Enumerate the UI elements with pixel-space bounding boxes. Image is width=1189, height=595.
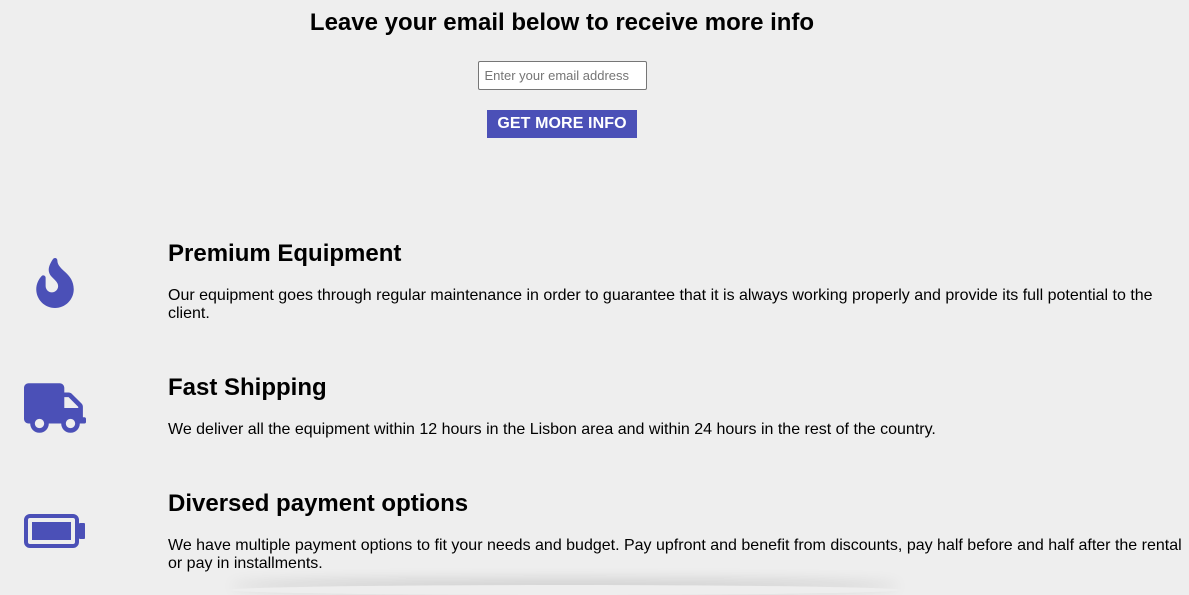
battery-icon [24,514,86,548]
feature-description: Our equipment goes through regular maint… [168,287,1153,322]
feature-title: Fast Shipping [168,374,327,401]
feature-title: Premium Equipment [168,240,402,267]
email-input[interactable] [477,61,647,90]
fire-icon [24,258,86,308]
feature-description: We deliver all the equipment within 12 h… [168,421,936,438]
bottom-shadow [230,585,900,595]
signup-heading: Leave your email below to receive more i… [309,9,815,36]
feature-description: We have multiple payment options to fit … [168,537,1182,572]
truck-icon [24,383,86,433]
feature-title: Diversed payment options [168,490,469,517]
get-more-info-button[interactable]: GET MORE INFO [487,110,637,138]
email-signup-section: Leave your email below to receive more i… [0,0,1124,138]
